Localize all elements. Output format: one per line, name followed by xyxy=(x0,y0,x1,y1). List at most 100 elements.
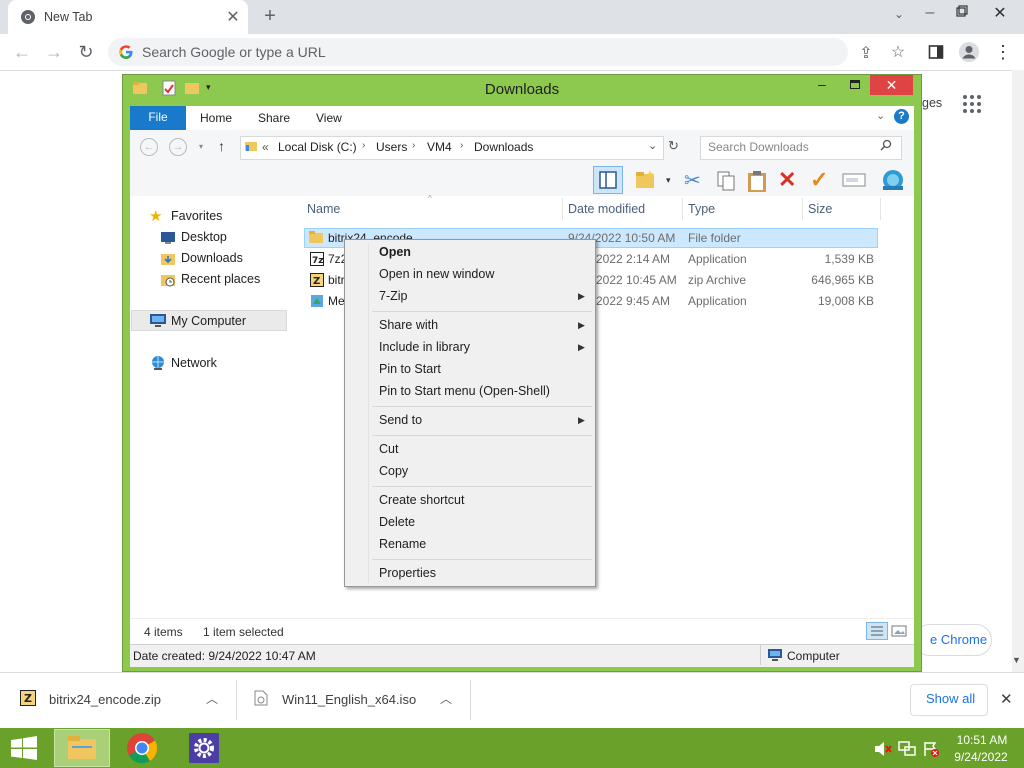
explorer-maximize-icon[interactable] xyxy=(850,80,860,89)
page-scrollbar[interactable] xyxy=(1012,70,1024,672)
nav-downloads[interactable]: Downloads xyxy=(181,251,243,265)
menu-item-copy[interactable]: Copy xyxy=(379,464,408,478)
download-item-iso[interactable]: Win11_English_x64.iso xyxy=(282,692,416,707)
google-apps-icon[interactable] xyxy=(962,94,982,114)
breadcrumb-vm4[interactable]: VM4 xyxy=(427,140,452,154)
address-dropdown-icon[interactable]: ⌄ xyxy=(648,139,657,152)
ribbon-tab-home[interactable]: Home xyxy=(200,111,232,125)
side-panel-icon[interactable] xyxy=(928,44,944,60)
breadcrumb-chevron-icon[interactable]: › xyxy=(460,140,463,151)
explorer-forward-icon[interactable]: → xyxy=(169,138,187,156)
breadcrumb-users[interactable]: Users xyxy=(376,140,407,154)
copy-icon[interactable] xyxy=(716,170,736,192)
window-close-icon[interactable]: ✕ xyxy=(990,3,1010,23)
column-date-modified[interactable]: Date modified xyxy=(568,202,645,216)
file-name[interactable]: bitr xyxy=(328,273,345,287)
file-date: 2022 2:14 AM xyxy=(596,252,671,266)
explorer-back-icon[interactable]: ← xyxy=(140,138,158,156)
menu-item-cut[interactable]: Cut xyxy=(379,442,398,456)
forward-icon[interactable]: → xyxy=(44,42,64,63)
explorer-close-icon[interactable]: ✕ xyxy=(870,75,913,95)
download-item-zip[interactable]: bitrix24_encode.zip xyxy=(49,692,161,707)
column-divider[interactable] xyxy=(682,198,683,220)
tab-search-icon[interactable]: ⌄ xyxy=(890,7,908,21)
ribbon-tab-view[interactable]: View xyxy=(316,111,342,125)
explorer-minimize-icon[interactable]: – xyxy=(818,76,826,92)
taskbar-chrome-button[interactable] xyxy=(114,729,170,767)
menu-item-rename[interactable]: Rename xyxy=(379,537,426,551)
taskbar-clock-date[interactable]: 9/24/2022 xyxy=(948,750,1014,764)
taskbar-explorer-button[interactable] xyxy=(54,729,110,767)
back-icon[interactable]: ← xyxy=(12,42,32,63)
google-g-icon xyxy=(118,44,134,60)
column-divider[interactable] xyxy=(562,198,563,220)
menu-item-include-in-library[interactable]: Include in library xyxy=(379,340,470,354)
breadcrumb-downloads[interactable]: Downloads xyxy=(474,140,533,154)
preview-pane-button[interactable] xyxy=(593,166,623,194)
breadcrumb-chevron-icon[interactable]: › xyxy=(412,140,415,151)
breadcrumb-local-disk[interactable]: Local Disk (C:) xyxy=(278,140,357,154)
column-type[interactable]: Type xyxy=(688,202,715,216)
shell-icon[interactable] xyxy=(880,168,906,192)
share-icon[interactable]: ⇪ xyxy=(856,43,876,63)
download-options-icon[interactable]: ︿ xyxy=(206,690,218,707)
menu-item-send-to[interactable]: Send to xyxy=(379,413,422,427)
rename-icon[interactable] xyxy=(842,172,866,188)
taskbar-settings-button[interactable] xyxy=(176,729,232,767)
help-icon[interactable]: ? xyxy=(894,109,909,124)
minimize-icon[interactable]: – xyxy=(920,4,940,22)
menu-item-open[interactable]: Open xyxy=(379,245,411,259)
scroll-down-icon[interactable]: ▼ xyxy=(1012,655,1021,665)
paste-icon[interactable] xyxy=(746,169,768,193)
menu-item-share-with[interactable]: Share with xyxy=(379,318,438,332)
file-name[interactable]: Me xyxy=(328,294,345,308)
nav-network[interactable]: Network xyxy=(171,356,217,370)
nav-recent-places[interactable]: Recent places xyxy=(181,272,260,286)
nav-favorites[interactable]: Favorites xyxy=(171,209,222,223)
column-divider[interactable] xyxy=(880,198,881,220)
close-shelf-icon[interactable]: ✕ xyxy=(1000,690,1013,708)
breadcrumb-chevron-icon[interactable]: › xyxy=(362,140,365,151)
menu-item-delete[interactable]: Delete xyxy=(379,515,415,529)
reload-icon[interactable]: ↻ xyxy=(76,42,96,63)
up-icon[interactable]: ↑ xyxy=(218,138,225,154)
properties-check-icon[interactable]: ✓ xyxy=(810,167,828,193)
taskbar-clock-time[interactable]: 10:51 AM xyxy=(950,733,1014,747)
column-size[interactable]: Size xyxy=(808,202,832,216)
ribbon-tab-share[interactable]: Share xyxy=(258,111,290,125)
action-center-flag-icon[interactable] xyxy=(922,741,940,757)
menu-item-pin-open-shell[interactable]: Pin to Start menu (Open-Shell) xyxy=(379,384,550,398)
recent-locations-icon[interactable]: ▾ xyxy=(199,142,203,151)
large-icons-view-icon[interactable] xyxy=(891,624,907,638)
windows-start-icon[interactable] xyxy=(10,736,38,760)
chrome-menu-icon[interactable]: ⋮ xyxy=(994,42,1012,63)
refresh-icon[interactable]: ↻ xyxy=(668,138,679,154)
restore-icon[interactable] xyxy=(955,4,969,18)
menu-item-7zip[interactable]: 7-Zip xyxy=(379,289,407,303)
delete-icon[interactable]: ✕ xyxy=(778,167,796,193)
menu-item-pin-to-start[interactable]: Pin to Start xyxy=(379,362,441,376)
cut-icon[interactable]: ✂ xyxy=(684,168,701,193)
ribbon-tab-file[interactable]: File xyxy=(130,106,186,130)
ribbon-expand-icon[interactable]: ⌄ xyxy=(876,109,885,122)
breadcrumb-overflow[interactable]: « xyxy=(262,140,269,154)
profile-avatar-icon[interactable] xyxy=(958,41,980,63)
menu-item-properties[interactable]: Properties xyxy=(379,566,436,580)
volume-muted-icon[interactable] xyxy=(874,741,892,757)
new-folder-dropdown-icon[interactable]: ▾ xyxy=(666,175,671,186)
new-tab-icon[interactable]: + xyxy=(260,5,280,28)
details-view-icon[interactable] xyxy=(866,622,888,640)
tab-close-icon[interactable]: ✕ xyxy=(224,7,242,27)
menu-item-create-shortcut[interactable]: Create shortcut xyxy=(379,493,464,507)
column-divider[interactable] xyxy=(802,198,803,220)
nav-my-computer[interactable]: My Computer xyxy=(171,314,246,328)
nav-desktop[interactable]: Desktop xyxy=(181,230,227,244)
network-tray-icon[interactable] xyxy=(898,741,916,757)
search-icon[interactable] xyxy=(880,139,892,151)
menu-item-open-new-window[interactable]: Open in new window xyxy=(379,267,494,281)
column-name[interactable]: Name xyxy=(307,202,340,216)
network-icon xyxy=(149,355,167,371)
new-folder-icon[interactable] xyxy=(634,169,658,191)
bookmark-star-icon[interactable]: ☆ xyxy=(888,42,908,62)
download-options-icon[interactable]: ︿ xyxy=(440,690,452,707)
